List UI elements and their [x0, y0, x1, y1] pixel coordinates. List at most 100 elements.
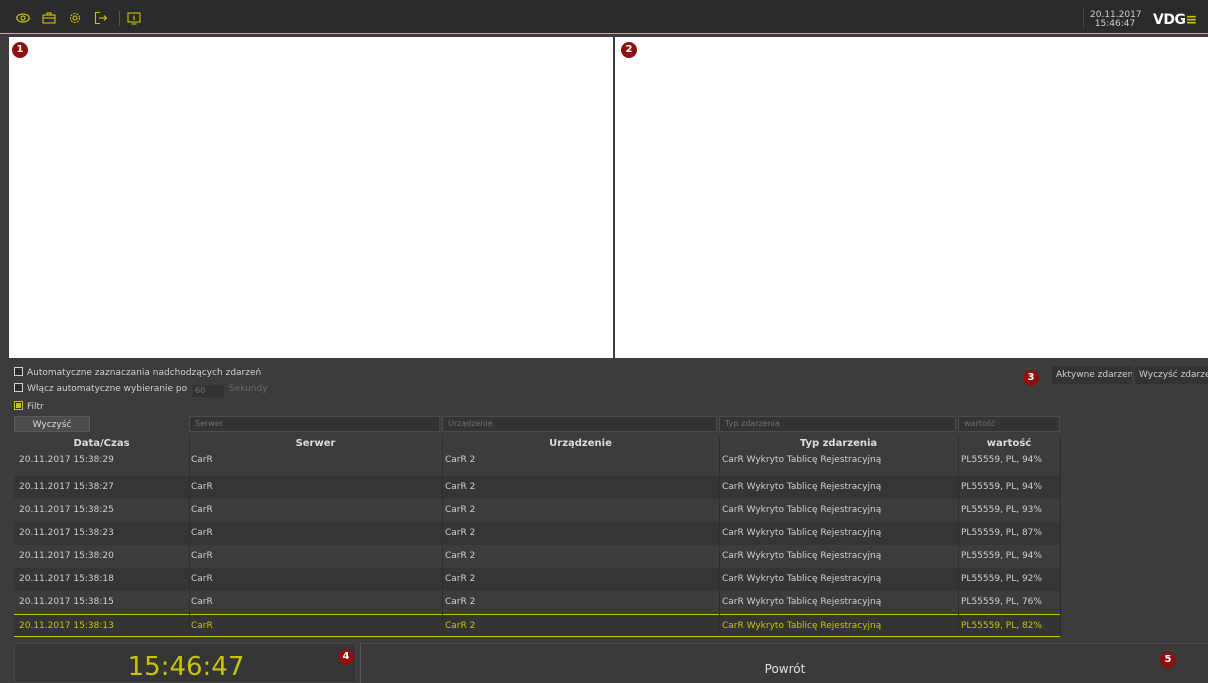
value-filter-input[interactable]: wartość [958, 416, 1060, 432]
table-cell: CarR Wykryto Tablicę Rejestracyjną [722, 597, 882, 607]
auto-select-checkbox[interactable] [14, 367, 23, 376]
clear-events-button[interactable]: Wyczyść zdarzenia [1135, 366, 1208, 384]
table-cell: CarR [191, 482, 213, 492]
badge-5: 5 [1160, 652, 1176, 668]
table-cell: 20.11.2017 15:38:25 [19, 505, 114, 515]
back-button-label: Powrót [764, 662, 806, 676]
single-view-icon[interactable] [127, 11, 141, 25]
column-divider [442, 436, 443, 636]
badge-3: 3 [1023, 370, 1039, 386]
table-cell: CarR Wykryto Tablicę Rejestracyjną [722, 505, 882, 515]
badge-4: 4 [338, 649, 354, 665]
video-pane-2[interactable]: 2 [615, 37, 1208, 358]
table-cell: CarR Wykryto Tablicę Rejestracyjną [722, 621, 882, 631]
table-cell: CarR [191, 505, 213, 515]
vdg-logo: VDG≡ [1153, 12, 1197, 28]
eye-icon[interactable] [16, 11, 30, 25]
table-row[interactable]: 20.11.2017 15:38:15 CarR CarR 2 CarR Wykryt… [14, 591, 1060, 614]
table-cell: PL55559, PL, 76% [961, 597, 1042, 607]
table-cell: CarR [191, 597, 213, 607]
datetime-display: 20.11.2017 15:46:47 [1090, 11, 1142, 29]
active-events-button[interactable]: Aktywne zdarzenia [1052, 366, 1132, 384]
clear-filter-button[interactable]: Wyczyść [14, 416, 90, 432]
table-cell: CarR 2 [445, 551, 476, 561]
column-divider [189, 436, 190, 636]
table-row[interactable]: 20.11.2017 15:38:27 CarR CarR 2 CarR Wykryt… [14, 476, 1060, 499]
gear-icon[interactable] [68, 11, 82, 25]
back-button[interactable]: Powrót [360, 643, 1208, 683]
table-cell: CarR 2 [445, 621, 476, 631]
badge-1: 1 [12, 42, 28, 58]
auto-select-label: Automatyczne zaznaczania nadchodzących z… [27, 368, 262, 378]
column-header-datetime[interactable]: Data/Czas [14, 436, 189, 452]
table-cell: 20.11.2017 15:38:23 [19, 528, 114, 538]
column-divider [719, 436, 720, 636]
table-row[interactable]: 20.11.2017 15:38:29 CarR CarR 2 CarR Wykryt… [14, 453, 1060, 476]
table-row[interactable]: 20.11.2017 15:38:25 CarR CarR 2 CarR Wykryt… [14, 499, 1060, 522]
column-divider [1060, 436, 1061, 636]
auto-pick-checkbox[interactable] [14, 383, 23, 392]
table-cell: CarR 2 [445, 505, 476, 515]
auto-pick-label: Włącz automatyczne wybieranie po [27, 384, 188, 394]
table-cell: PL55559, PL, 93% [961, 505, 1042, 515]
table-row[interactable]: 20.11.2017 15:38:18 CarR CarR 2 CarR Wykryt… [14, 568, 1060, 591]
auto-pick-seconds-input[interactable]: 60 [192, 385, 225, 397]
table-cell: CarR [191, 574, 213, 584]
badge-2: 2 [621, 42, 637, 58]
table-cell: 20.11.2017 15:38:18 [19, 574, 114, 584]
auto-select-option[interactable]: Automatyczne zaznaczania nadchodzących z… [14, 367, 261, 379]
clock-panel: 15:46:47 [14, 643, 356, 683]
filter-label: Filtr [27, 402, 44, 412]
table-cell: PL55559, PL, 82% [961, 621, 1042, 631]
table-cell: 20.11.2017 15:38:29 [19, 455, 114, 465]
column-header-event-type[interactable]: Typ zdarzenia [719, 436, 958, 452]
table-cell: PL55559, PL, 94% [961, 551, 1042, 561]
filter-option[interactable]: Filtr [14, 401, 44, 413]
table-cell: CarR [191, 455, 213, 465]
seconds-unit-label: Sekundy [228, 384, 268, 394]
table-cell: PL55559, PL, 92% [961, 574, 1042, 584]
table-cell: CarR [191, 528, 213, 538]
table-cell: CarR 2 [445, 574, 476, 584]
table-cell: 20.11.2017 15:38:27 [19, 482, 114, 492]
server-filter-input[interactable]: Serwer [189, 416, 440, 432]
table-cell: CarR 2 [445, 528, 476, 538]
table-cell: CarR 2 [445, 597, 476, 607]
table-cell: CarR [191, 621, 213, 631]
toolbox-icon[interactable] [42, 11, 56, 25]
toolbar-separator [119, 11, 120, 26]
column-header-server[interactable]: Serwer [189, 436, 442, 452]
table-cell: PL55559, PL, 94% [961, 482, 1042, 492]
event-type-filter-input[interactable]: Typ zdarzenia [719, 416, 956, 432]
table-cell: CarR [191, 551, 213, 561]
table-cell: CarR Wykryto Tablicę Rejestracyjną [722, 455, 882, 465]
device-filter-input[interactable]: Urządzenie [442, 416, 717, 432]
logo-text: VDG [1153, 12, 1186, 28]
table-row[interactable]: 20.11.2017 15:38:23 CarR CarR 2 CarR Wykryt… [14, 522, 1060, 545]
video-pane-1[interactable]: 1 [9, 37, 613, 358]
logout-icon[interactable] [94, 11, 108, 25]
clock-display: 15:46:47 [127, 652, 245, 682]
table-cell: CarR Wykryto Tablicę Rejestracyjną [722, 482, 882, 492]
table-cell: 20.11.2017 15:38:20 [19, 551, 114, 561]
table-cell: CarR Wykryto Tablicę Rejestracyjną [722, 574, 882, 584]
table-cell: PL55559, PL, 94% [961, 455, 1042, 465]
column-header-device[interactable]: Urządzenie [442, 436, 719, 452]
filter-checkbox[interactable] [14, 401, 23, 410]
auto-pick-option[interactable]: Włącz automatyczne wybieranie po 60 Seku… [14, 383, 268, 397]
app-window: 20.11.2017 15:46:47 VDG≡ 1 2 Automatyczn… [0, 0, 1208, 683]
table-cell: PL55559, PL, 87% [961, 528, 1042, 538]
top-toolbar: 20.11.2017 15:46:47 VDG≡ [0, 0, 1208, 34]
table-cell: 20.11.2017 15:38:15 [19, 597, 114, 607]
table-cell: CarR Wykryto Tablicę Rejestracyjną [722, 528, 882, 538]
logo-accent: ≡ [1185, 12, 1197, 28]
table-cell: CarR Wykryto Tablicę Rejestracyjną [722, 551, 882, 561]
column-divider [958, 436, 959, 636]
table-cell: CarR 2 [445, 482, 476, 492]
table-row[interactable]: 20.11.2017 15:38:13 CarR CarR 2 CarR Wykryt… [14, 614, 1060, 637]
column-header-value[interactable]: wartość [958, 436, 1060, 452]
table-cell: CarR 2 [445, 455, 476, 465]
table-row[interactable]: 20.11.2017 15:38:20 CarR CarR 2 CarR Wykryt… [14, 545, 1060, 568]
time-text: 15:46:47 [1094, 19, 1136, 29]
table-cell: 20.11.2017 15:38:13 [19, 621, 114, 631]
